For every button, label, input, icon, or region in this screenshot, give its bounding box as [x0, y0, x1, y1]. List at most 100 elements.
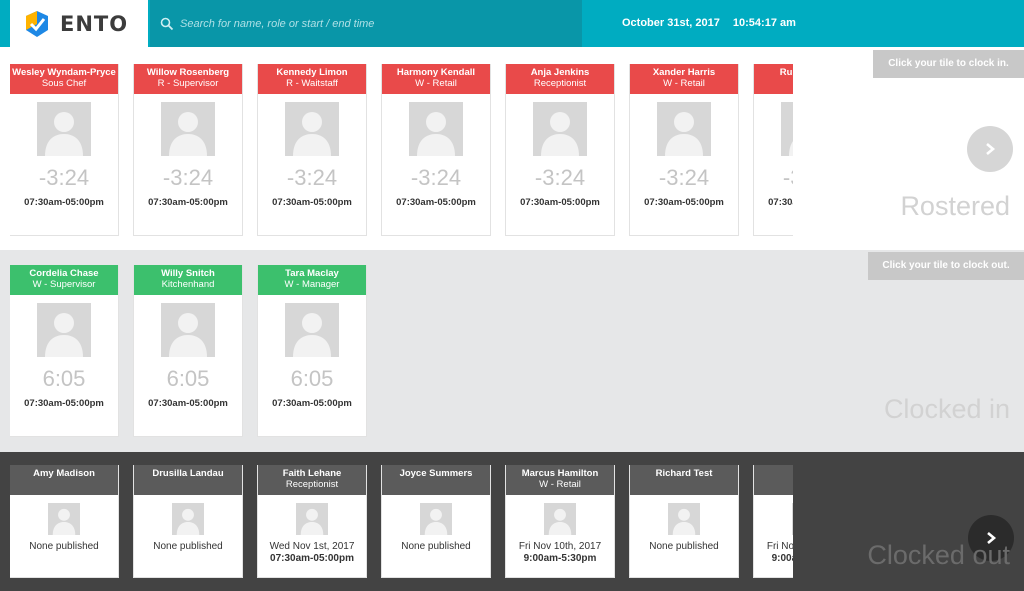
employee-tile[interactable]: Wesley Wyndam-Pryce Sous Chef -3:24 07:30am… [10, 64, 118, 235]
avatar-placeholder-icon [48, 503, 80, 535]
shift-date: None published [401, 541, 471, 552]
employee-name: Drusilla Landau [152, 468, 224, 479]
employee-tile[interactable]: Harmony Kendall W - Retail -3:24 07:30am-05… [382, 64, 490, 235]
employee-name: Tara Maclay [285, 268, 339, 279]
tile-header: Willow Rosenberg R - Supervisor [134, 64, 242, 94]
avatar-placeholder-icon [420, 503, 452, 535]
shift-info: None published [382, 541, 490, 553]
employee-tile[interactable]: Joyce Summers None published [382, 465, 490, 577]
employee-tile[interactable]: SpikeW Fri Nov 10th, 20179:00am-5:30pm [754, 465, 793, 577]
employee-tile[interactable]: Faith Lehane Receptionist Wed Nov 1st, 201… [258, 465, 366, 577]
tile-header: Wesley Wyndam-Pryce Sous Chef [10, 64, 118, 94]
shift-info: Fri Nov 10th, 20179:00am-5:30pm [754, 541, 793, 565]
ento-logo-icon [26, 10, 48, 37]
clocked-out-label: Clocked out [867, 540, 1010, 570]
employee-name: Willy Snitch [161, 268, 215, 279]
shift-times: 07:30am-05:00pm [24, 197, 104, 208]
tile-header: Richard Test [630, 465, 738, 495]
employee-role: Sous Chef [41, 78, 87, 89]
shift-times: 07:30am-05:00pm [520, 197, 600, 208]
rostered-next-button[interactable] [967, 126, 1013, 172]
shift-times: 07:30am-05:00pm [270, 553, 354, 564]
employee-name: Faith Lehane [282, 468, 342, 479]
employee-tile[interactable]: Xander Harris W - Retail -3:24 07:30am-05:0… [630, 64, 738, 235]
employee-role: Kitchenhand [161, 279, 215, 290]
shift-info: Fri Nov 10th, 20179:00am-5:30pm [506, 541, 614, 565]
employee-tile[interactable]: Marcus Hamilton W - Retail Fri Nov 10th, 2… [506, 465, 614, 577]
tile-header: Tara Maclay W - Manager [258, 265, 366, 295]
employee-name: Anja Jenkins [530, 67, 590, 78]
shift-date: Wed Nov 1st, 2017 [269, 541, 355, 552]
time-offset: -3:24 [658, 165, 710, 190]
avatar-placeholder-icon [657, 102, 711, 156]
employee-tile[interactable]: Rupert GilesChef -3:24 07:30am-05:00pm [754, 64, 793, 235]
employee-name: Willow Rosenberg [146, 67, 230, 78]
shift-times: 07:30am-05:00pm [272, 398, 352, 409]
employee-tile[interactable]: Kennedy Limon R - Waitstaff -3:24 07:30am-0… [258, 64, 366, 235]
employee-name: Harmony Kendall [396, 67, 476, 78]
clocked-in-tiles: Cordelia Chase W - Supervisor 6:05 07:30am-… [10, 265, 793, 452]
employee-role: Chef [754, 78, 793, 89]
time-offset: -3:24 [286, 165, 338, 190]
rostered-tiles: Wesley Wyndam-Pryce Sous Chef -3:24 07:30am… [10, 64, 793, 250]
clocked-in-section: Cordelia Chase W - Supervisor 6:05 07:30am-… [0, 250, 1024, 452]
employee-name: Xander Harris [652, 67, 716, 78]
employee-name: Cordelia Chase [29, 268, 99, 279]
tile-header: Kennedy Limon R - Waitstaff [258, 64, 366, 94]
tile-header: Harmony Kendall W - Retail [382, 64, 490, 94]
logo: ENTO [10, 0, 148, 47]
avatar-placeholder-icon [668, 503, 700, 535]
shift-date: Fri Nov 10th, 2017 [518, 541, 602, 552]
employee-name: Joyce Summers [399, 468, 473, 479]
time-offset: -3:24 [782, 165, 793, 190]
avatar-placeholder-icon [285, 303, 339, 357]
avatar-placeholder-icon [172, 503, 204, 535]
tile-header: Drusilla Landau [134, 465, 242, 495]
shift-date: None published [153, 541, 223, 552]
avatar-placeholder-icon [792, 503, 793, 535]
employee-role: W - Retail [539, 479, 581, 490]
time-offset: 6:05 [166, 366, 210, 391]
time-offset: -3:24 [410, 165, 462, 190]
shift-date: None published [649, 541, 719, 552]
shift-info: Wed Nov 1st, 2017 07:30am-05:00pm [258, 541, 366, 565]
employee-tile[interactable]: Anja Jenkins Receptionist -3:24 07:30am-05:… [506, 64, 614, 235]
shift-times: 9:00am-5:30pm [523, 553, 597, 564]
employee-tile[interactable]: Tara Maclay W - Manager 6:05 07:30am-05:00p… [258, 265, 366, 436]
tile-header: SpikeW [754, 465, 793, 495]
employee-name: Amy Madison [33, 468, 95, 479]
search-input[interactable] [180, 17, 560, 30]
shift-times: 07:30am-05:00pm [148, 398, 228, 409]
employee-tile[interactable]: Richard Test None published [630, 465, 738, 577]
avatar-placeholder-icon [781, 102, 793, 156]
employee-role: Receptionist [533, 78, 587, 89]
employee-tile[interactable]: Willy Snitch Kitchenhand 6:05 07:30am-05:00… [134, 265, 242, 436]
employee-role: Receptionist [285, 479, 339, 490]
clock-out-hint: Click your tile to clock out. [868, 252, 1024, 280]
shift-info: None published [134, 541, 242, 553]
employee-tile[interactable]: Cordelia Chase W - Supervisor 6:05 07:30am-… [10, 265, 118, 436]
chevron-right-icon [986, 143, 996, 155]
search-bar[interactable] [150, 0, 582, 47]
current-date: October 31st, 2017 [622, 17, 720, 29]
logo-text: ENTO [60, 11, 129, 36]
shift-times: 07:30am-05:00pm [644, 197, 724, 208]
employee-tile[interactable]: Amy Madison None published [10, 465, 118, 577]
employee-role: W - Supervisor [32, 279, 96, 290]
time-offset: 6:05 [42, 366, 86, 391]
tile-header: Rupert GilesChef [754, 64, 793, 94]
employee-role: R - Supervisor [157, 78, 219, 89]
employee-name: Marcus Hamilton [521, 468, 599, 479]
shift-date: None published [29, 541, 99, 552]
avatar-placeholder-icon [296, 503, 328, 535]
employee-tile[interactable]: Willow Rosenberg R - Supervisor -3:24 07:30… [134, 64, 242, 235]
employee-role: R - Waitstaff [286, 78, 338, 89]
clocked-in-label: Clocked in [883, 394, 1010, 424]
time-offset: -3:24 [162, 165, 214, 190]
employee-tile[interactable]: Drusilla Landau None published [134, 465, 242, 577]
employee-role: W - Retail [663, 78, 705, 89]
shift-info: None published [10, 541, 118, 553]
tile-header: Faith Lehane Receptionist [258, 465, 366, 495]
current-datetime: October 31st, 2017 10:54:17 am [622, 17, 796, 29]
avatar-placeholder-icon [533, 102, 587, 156]
